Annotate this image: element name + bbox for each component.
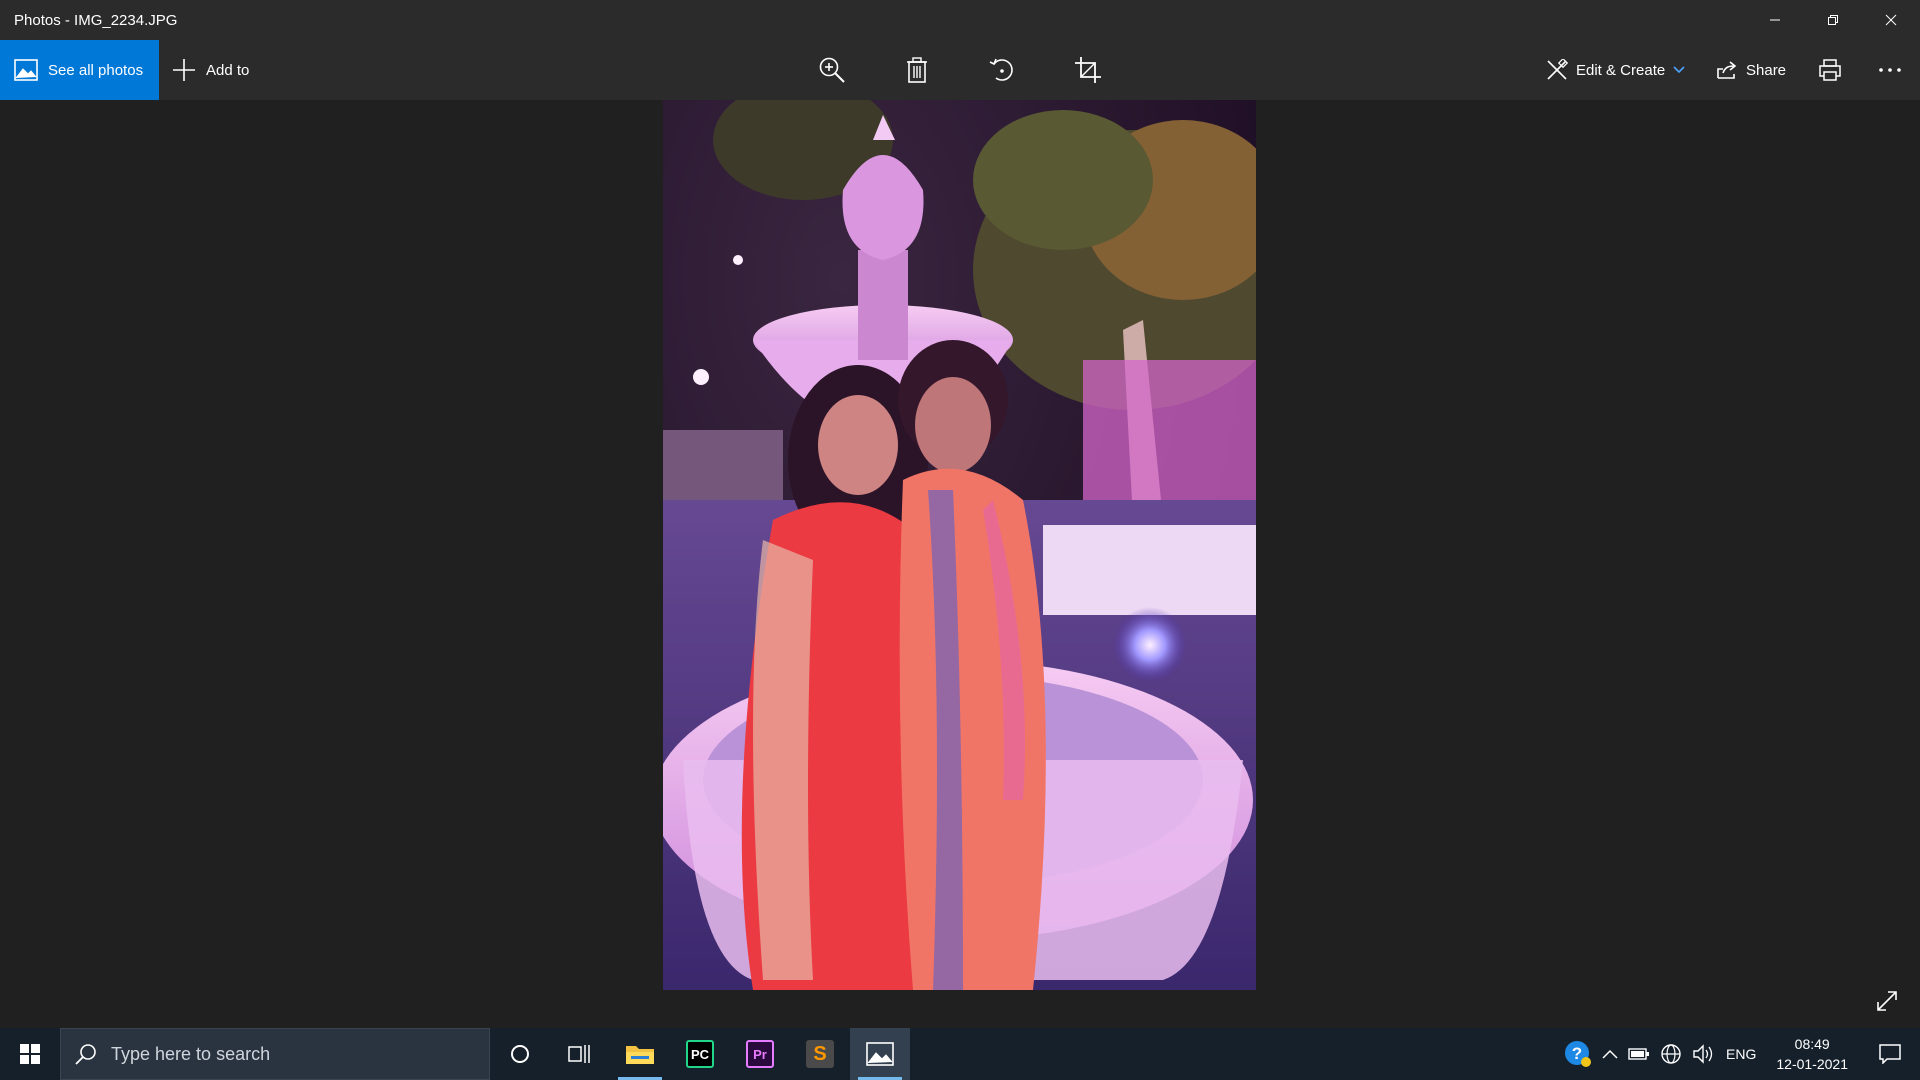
add-to-button[interactable]: Add to [172,40,249,100]
photos-app[interactable] [850,1028,910,1080]
task-view-icon [568,1045,590,1063]
expand-icon [1877,991,1897,1011]
windows-icon [20,1044,40,1064]
sublime-text-icon: S [806,1040,834,1068]
file-explorer-app[interactable] [610,1028,670,1080]
edit-create-icon [1547,59,1568,80]
taskbar-search-box[interactable]: Type here to search [60,1028,490,1080]
network-globe-icon[interactable] [1660,1043,1682,1065]
crop-icon [1075,57,1101,83]
cortana-button[interactable] [490,1028,550,1080]
cortana-icon [511,1045,529,1063]
premiere-pro-icon: Pr [746,1040,774,1068]
battery-icon[interactable] [1628,1047,1650,1061]
minimize-icon [1770,19,1780,21]
crop-button[interactable] [1068,50,1108,90]
taskbar: Type here to search PC Pr S ? ENG 08:49 … [0,1028,1920,1080]
rotate-icon [989,58,1013,81]
gallery-icon [14,59,38,81]
edit-create-label: Edit & Create [1576,61,1666,79]
close-icon [1885,14,1897,26]
delete-icon [907,57,927,83]
print-button[interactable] [1810,50,1850,90]
chevron-down-icon [1673,66,1685,74]
share-label: Share [1746,61,1787,79]
close-button[interactable] [1862,0,1920,40]
photo-image [663,100,1256,990]
zoom-in-icon [819,57,845,83]
fullscreen-button[interactable] [1870,984,1904,1018]
zoom-button[interactable] [812,50,852,90]
pycharm-icon: PC [686,1040,714,1068]
minimize-button[interactable] [1746,0,1804,40]
add-to-label: Add to [206,61,250,79]
sublime-text-app[interactable]: S [790,1028,850,1080]
pycharm-app[interactable]: PC [670,1028,730,1080]
clock[interactable]: 08:49 12-01-2021 [1766,1034,1858,1074]
window-title: Photos - IMG_2234.JPG [14,11,178,29]
photo-viewer[interactable] [0,100,1920,1028]
title-bar: Photos - IMG_2234.JPG [0,0,1920,40]
delete-button[interactable] [897,50,937,90]
toolbar: See all photos Add to Edit & Create Shar… [0,40,1920,100]
system-tray: ? ENG 08:49 12-01-2021 [1564,1028,1920,1080]
see-all-photos-button[interactable]: See all photos [0,40,159,100]
file-explorer-icon [626,1046,654,1064]
task-view-button[interactable] [550,1028,610,1080]
search-icon [75,1044,96,1065]
share-icon [1717,61,1737,79]
share-button[interactable]: Share [1716,40,1786,100]
language-indicator[interactable]: ENG [1726,1046,1756,1062]
photos-icon [866,1042,894,1066]
clock-date: 12-01-2021 [1776,1056,1848,1072]
edit-create-button[interactable]: Edit & Create [1546,40,1685,100]
chevron-up-icon[interactable] [1602,1049,1618,1059]
help-icon[interactable]: ? [1564,1040,1592,1068]
rotate-button[interactable] [982,50,1022,90]
search-placeholder: Type here to search [111,1043,271,1064]
plus-icon [173,59,195,81]
see-all-photos-label: See all photos [48,61,144,79]
notification-icon [1879,1044,1901,1064]
volume-icon[interactable] [1692,1044,1716,1064]
more-icon [1879,68,1901,72]
start-button[interactable] [0,1028,60,1080]
more-button[interactable] [1870,50,1910,90]
premiere-pro-app[interactable]: Pr [730,1028,790,1080]
window-controls [1746,0,1920,40]
restore-icon [1828,15,1838,25]
restore-button[interactable] [1804,0,1862,40]
photo[interactable] [663,100,1256,990]
action-center-button[interactable] [1868,1028,1912,1080]
print-icon [1819,59,1841,81]
clock-time: 08:49 [1794,1036,1830,1052]
svg-text:?: ? [1572,1044,1582,1063]
